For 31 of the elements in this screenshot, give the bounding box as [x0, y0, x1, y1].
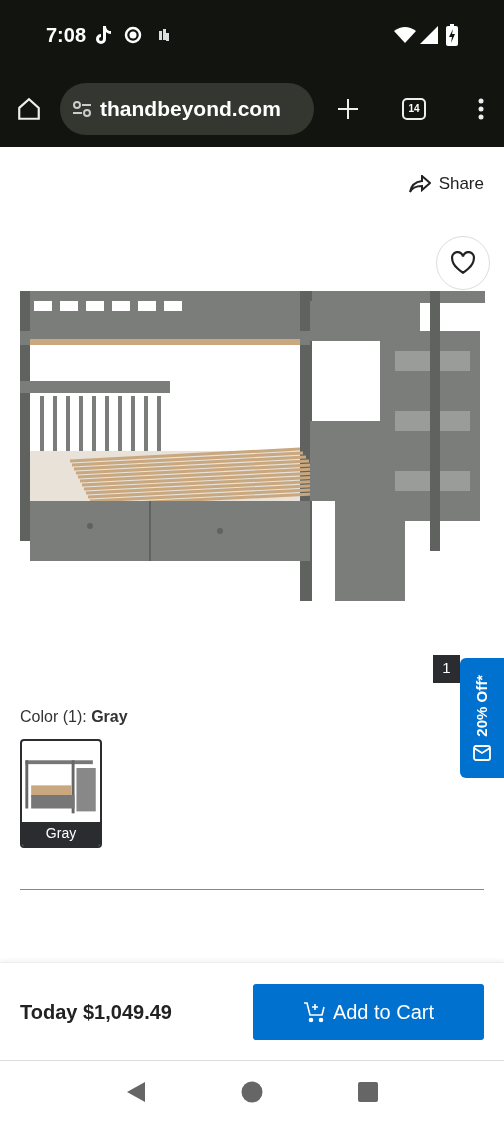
ring-icon — [124, 26, 143, 44]
wifi-icon — [394, 27, 416, 43]
swatch-label: Gray — [22, 821, 100, 846]
address-bar[interactable]: thandbeyond.com — [60, 82, 314, 135]
discount-label: 20% Off* — [471, 675, 491, 737]
signal-icon — [420, 26, 438, 44]
home-circle-icon[interactable] — [241, 1080, 263, 1103]
image-index: 1 — [433, 654, 460, 683]
favorite-button[interactable] — [436, 235, 490, 290]
share-icon — [408, 174, 431, 193]
more-icon[interactable] — [478, 97, 484, 120]
heart-icon — [450, 250, 476, 275]
recents-icon[interactable] — [358, 1081, 378, 1102]
home-icon[interactable] — [16, 95, 42, 122]
cards-icon — [158, 28, 171, 42]
plus-icon[interactable] — [336, 96, 360, 121]
tune-icon[interactable] — [72, 99, 92, 118]
cart-plus-icon — [302, 1000, 325, 1023]
music-note-icon — [94, 25, 113, 45]
price-text: Today $1,049.49 — [20, 999, 172, 1025]
discount-tab[interactable]: 20% Off* — [460, 658, 504, 778]
envelope-icon — [473, 744, 491, 761]
battery-icon — [446, 24, 458, 46]
color-swatch[interactable]: Gray — [20, 738, 102, 848]
color-label: Color (1): Gray — [20, 707, 128, 725]
back-icon[interactable] — [126, 1080, 146, 1103]
tab-count-button[interactable]: 14 — [402, 97, 426, 120]
clock: 7:08 — [46, 23, 87, 48]
share-button[interactable]: Share — [408, 171, 484, 197]
add-to-cart-button[interactable]: Add to Cart — [253, 983, 484, 1040]
url-text: thandbeyond.com — [100, 95, 281, 122]
